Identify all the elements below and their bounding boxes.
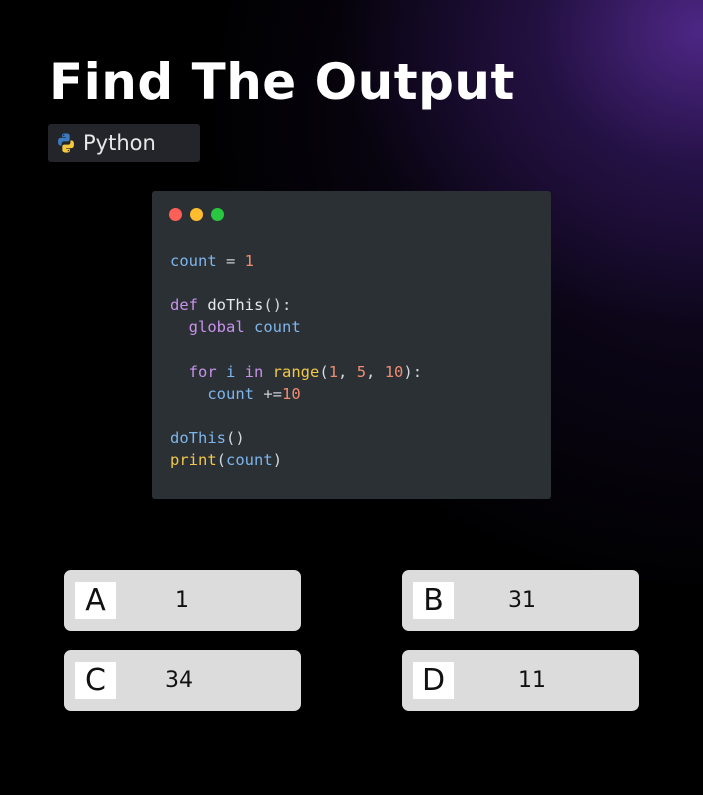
code-token: 5 — [356, 363, 367, 381]
code-token: in — [244, 363, 273, 381]
code-token: 1 — [244, 252, 255, 270]
code-token: (): — [263, 296, 292, 314]
code-token: count — [207, 385, 264, 403]
code-token: 1 — [328, 363, 339, 381]
code-token: += — [263, 385, 282, 403]
option-value: 11 — [518, 668, 546, 693]
code-token: ( — [216, 451, 227, 469]
code-token: range — [272, 363, 320, 381]
code-token: def — [170, 296, 208, 314]
code-line-3: global count — [170, 316, 301, 338]
code-token: i — [226, 363, 245, 381]
close-dot-icon — [169, 208, 182, 221]
code-line-2: def doThis(): — [170, 294, 291, 316]
option-letter-box: C — [75, 662, 116, 699]
code-line-5: count +=10 — [170, 383, 301, 405]
option-b[interactable]: B 31 — [402, 570, 639, 631]
option-c[interactable]: C 34 — [64, 650, 301, 711]
option-letter: D — [421, 663, 446, 698]
option-letter: C — [85, 663, 106, 698]
code-token: , — [366, 363, 385, 381]
code-token: doThis — [207, 296, 264, 314]
page-title: Find The Output — [49, 53, 515, 111]
option-letter: A — [85, 583, 106, 618]
option-letter-box: B — [413, 582, 454, 619]
code-token: global — [188, 318, 254, 336]
python-logo-icon — [58, 133, 74, 153]
code-token: for — [188, 363, 226, 381]
code-line-7: print(count) — [170, 449, 282, 471]
option-value: 31 — [508, 588, 536, 613]
code-token: count — [254, 318, 301, 336]
code-token: print — [170, 451, 217, 469]
code-token: 10 — [384, 363, 404, 381]
code-token: doThis — [170, 429, 226, 447]
code-token: ) — [272, 451, 283, 469]
minimize-dot-icon — [190, 208, 203, 221]
option-letter-box: D — [413, 662, 454, 699]
option-letter-box: A — [75, 582, 116, 619]
language-label: Python — [83, 131, 156, 155]
code-token: ( — [319, 363, 329, 381]
code-token: 10 — [282, 385, 301, 403]
code-token: , — [338, 363, 357, 381]
window-controls — [169, 208, 224, 221]
option-d[interactable]: D 11 — [402, 650, 639, 711]
code-line-6: doThis() — [170, 427, 245, 449]
code-token: count — [170, 252, 217, 270]
option-value: 1 — [175, 588, 189, 613]
code-window: count = 1 def doThis(): global count for… — [152, 191, 551, 499]
code-token: count — [226, 451, 273, 469]
option-value: 34 — [165, 668, 193, 693]
maximize-dot-icon — [211, 208, 224, 221]
code-token: ): — [403, 363, 423, 381]
option-a[interactable]: A 1 — [64, 570, 301, 631]
code-line-1: count = 1 — [170, 250, 254, 272]
code-line-4: for i in range(1, 5, 10): — [170, 361, 422, 383]
code-token: () — [226, 429, 245, 447]
language-badge: Python — [48, 124, 200, 162]
code-token: = — [216, 252, 245, 270]
option-letter: B — [423, 583, 444, 618]
